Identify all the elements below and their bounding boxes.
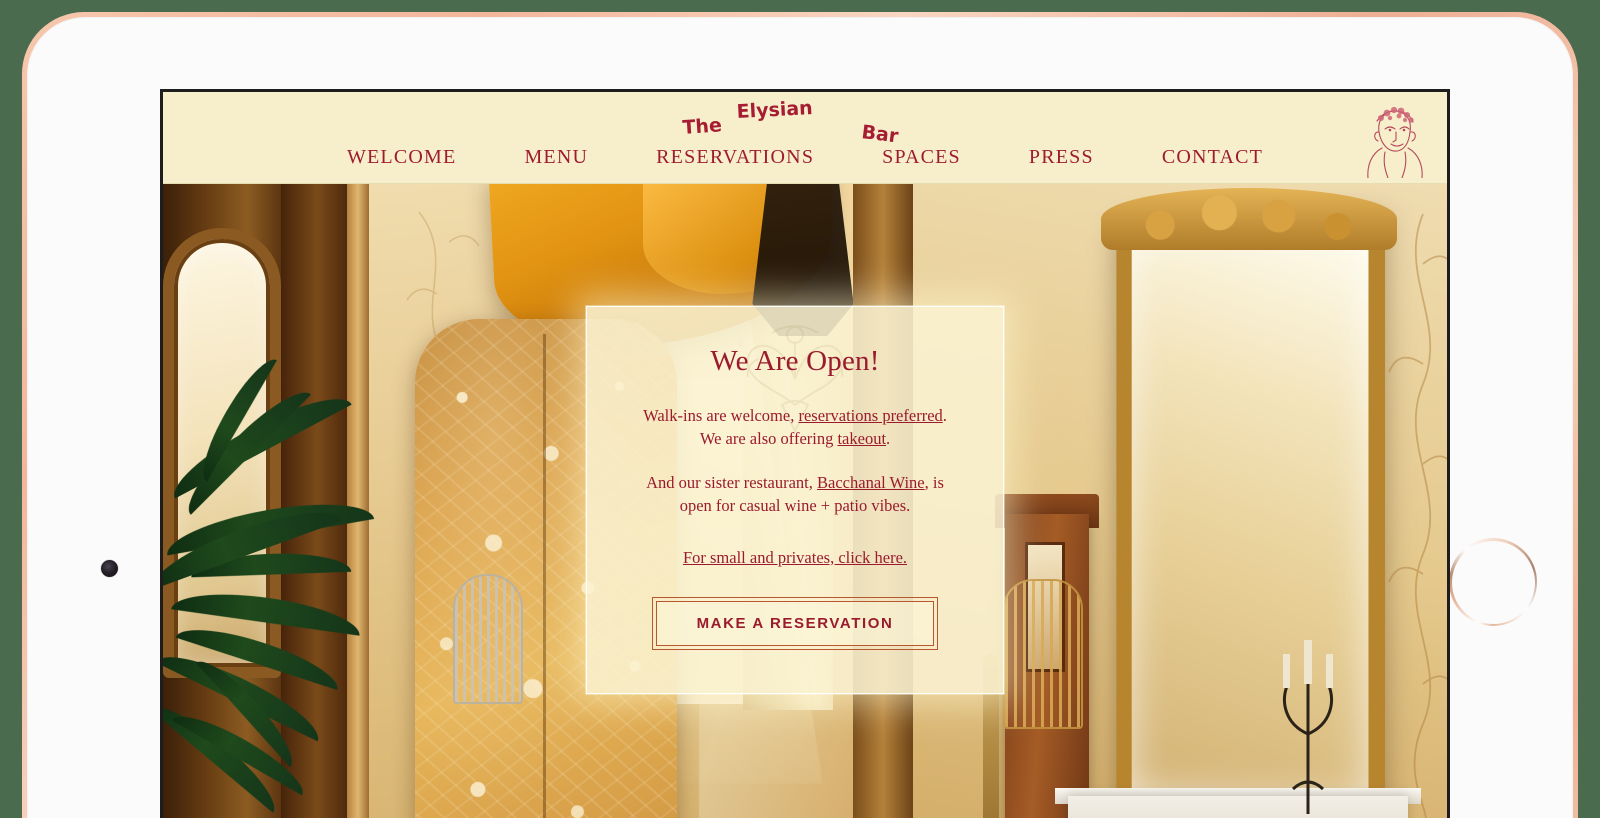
home-button[interactable] — [1449, 538, 1537, 626]
nav-item-spaces[interactable]: SPACES — [848, 146, 995, 169]
text-sister-prefix: And our sister restaurant, — [646, 472, 818, 492]
nav-item-menu[interactable]: MENU — [490, 146, 622, 169]
marble-fireplace-mantel — [1068, 796, 1408, 818]
tablet-device-frame: The Elysian Bar WELCOME MENU RESERVATION… — [22, 12, 1578, 818]
modal-paragraph-privates: For small and privates, click here. — [621, 546, 969, 569]
text-takeout-prefix: We are also offering — [699, 429, 838, 449]
wicker-chair — [453, 574, 523, 704]
browser-viewport: The Elysian Bar WELCOME MENU RESERVATION… — [163, 92, 1447, 818]
gilded-mirror-crown — [1101, 188, 1397, 250]
modal-paragraph-walkins: Walk-ins are welcome, reservations prefe… — [621, 404, 969, 451]
potted-palm-plant — [163, 351, 479, 818]
nav-item-press[interactable]: PRESS — [995, 146, 1128, 169]
screenshot-stage: The Elysian Bar WELCOME MENU RESERVATION… — [0, 0, 1600, 818]
site-header: The Elysian Bar WELCOME MENU RESERVATION… — [163, 92, 1447, 184]
wallpaper-scrollwork — [1388, 214, 1447, 818]
modal-heading: We Are Open! — [710, 345, 880, 377]
nav-item-welcome[interactable]: WELCOME — [313, 146, 491, 169]
text-period-2: . — [886, 429, 891, 449]
front-camera-icon — [101, 560, 118, 577]
modal-paragraph-sister-restaurant: And our sister restaurant, Bacchanal Win… — [621, 471, 969, 518]
text-sister-suffix: , is — [924, 472, 944, 492]
link-reservations-preferred[interactable]: reservations preferred — [798, 406, 942, 425]
link-small-and-privates[interactable]: For small and privates, click here. — [683, 548, 907, 567]
brand-word-the: The — [682, 114, 723, 139]
main-navigation[interactable]: WELCOME MENU RESERVATIONS SPACES PRESS C… — [163, 146, 1447, 169]
tablet-bezel: The Elysian Bar WELCOME MENU RESERVATION… — [27, 17, 1573, 818]
nav-item-reservations[interactable]: RESERVATIONS — [622, 146, 848, 169]
link-takeout[interactable]: takeout — [837, 429, 886, 448]
make-a-reservation-label: MAKE A RESERVATION — [655, 601, 935, 647]
text-patio-vibes: open for casual wine + patio vibes. — [679, 496, 911, 516]
folding-screen-seam — [543, 334, 546, 818]
brand-word-elysian: Elysian — [736, 97, 813, 123]
wooden-chair — [1003, 579, 1083, 729]
make-a-reservation-button[interactable]: MAKE A RESERVATION — [651, 597, 939, 651]
announcement-modal: We Are Open! Walk-ins are welcome, reser… — [586, 306, 1004, 694]
brand-logo[interactable]: The Elysian Bar — [675, 97, 935, 147]
candelabra — [1283, 640, 1333, 814]
tablet-screen: The Elysian Bar WELCOME MENU RESERVATION… — [160, 89, 1450, 818]
brand-logo-wordmark: The Elysian Bar — [682, 97, 900, 147]
modal-content: We Are Open! Walk-ins are welcome, reser… — [587, 307, 1003, 651]
nav-item-contact[interactable]: CONTACT — [1128, 146, 1297, 169]
text-period-1: . — [942, 406, 947, 425]
gilded-mirror — [1116, 207, 1386, 818]
brand-word-bar: Bar — [860, 121, 900, 147]
text-walkins-prefix: Walk-ins are welcome, — [643, 406, 799, 425]
palm-frond — [171, 584, 363, 636]
link-bacchanal-wine[interactable]: Bacchanal Wine — [817, 473, 925, 492]
